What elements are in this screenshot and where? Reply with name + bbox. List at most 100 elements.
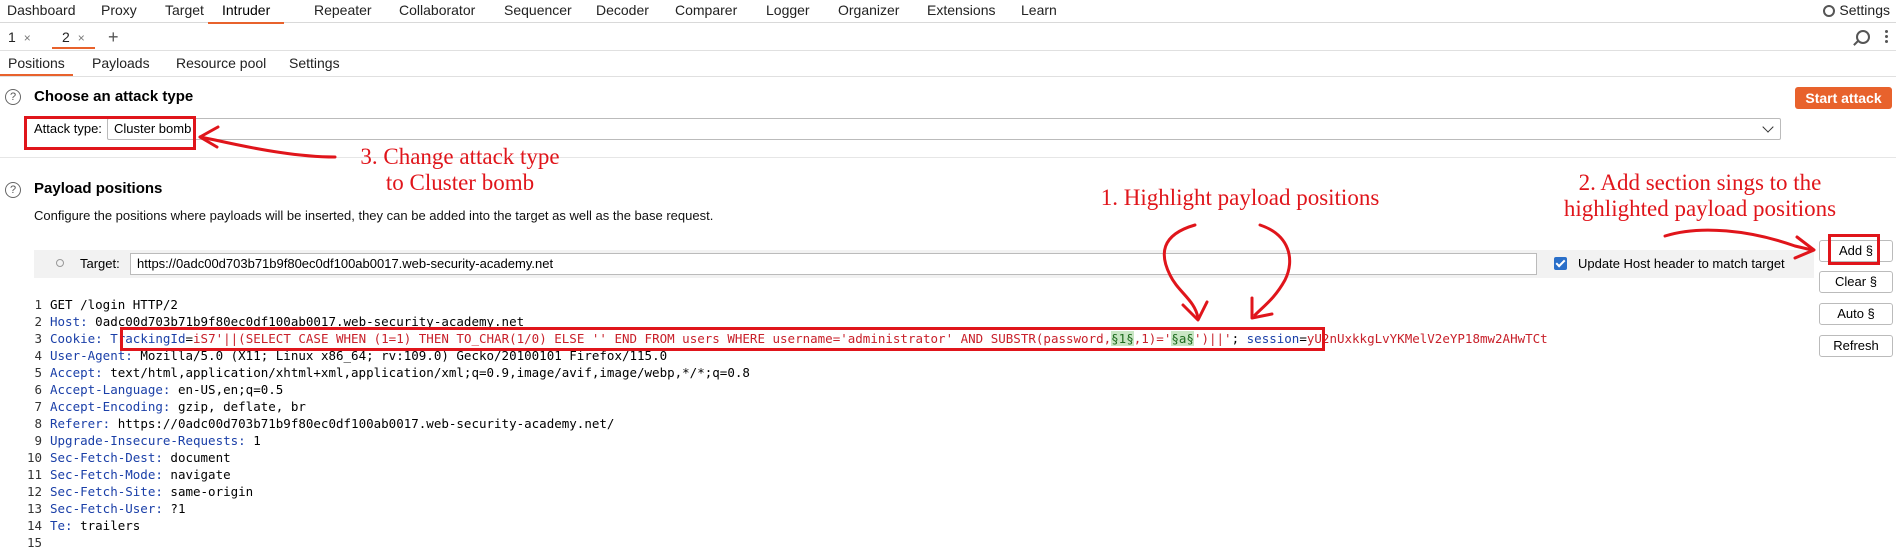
header-value: same-origin <box>162 484 254 499</box>
request-tab-2[interactable]: 2 × <box>52 27 95 49</box>
target-input[interactable]: https://0adc00d703b71b9f80ec0df100ab0017… <box>130 253 1537 275</box>
tab-learn[interactable]: Learn <box>1021 0 1057 22</box>
close-icon[interactable]: × <box>24 31 31 45</box>
line-number: 7 <box>34 399 42 414</box>
tab-intruder[interactable]: Intruder <box>208 0 285 24</box>
payload-positions-title: Payload positions <box>34 180 163 197</box>
line-number: 12 <box>26 484 42 499</box>
header-key: Referer: <box>50 416 111 431</box>
more-options-icon[interactable] <box>1885 30 1888 44</box>
line-number: 1 <box>34 297 42 312</box>
header-key: Upgrade-Insecure-Requests: <box>50 433 246 448</box>
line-number: 2 <box>34 314 42 329</box>
header-value: document <box>162 450 231 465</box>
line-number: 15 <box>26 535 42 550</box>
close-icon[interactable]: × <box>78 31 85 45</box>
header-key: Sec-Fetch-Mode: <box>50 467 163 482</box>
start-attack-button[interactable]: Start attack <box>1795 87 1892 109</box>
tab-resource-pool[interactable]: Resource pool <box>176 52 266 74</box>
line-number: 13 <box>26 501 42 516</box>
tab-decoder[interactable]: Decoder <box>596 0 649 22</box>
settings-label: Settings <box>1839 2 1890 18</box>
annotation-box-payload <box>120 327 1325 351</box>
header-key: Te: <box>50 518 73 533</box>
tab-dashboard[interactable]: Dashboard <box>7 0 76 22</box>
request-line: 13 Sec-Fetch-User: ?1 <box>0 500 186 517</box>
attack-type-title: Choose an attack type <box>34 88 194 105</box>
attack-type-select[interactable]: Cluster bomb <box>107 118 1781 140</box>
chevron-down-icon <box>1762 121 1774 133</box>
header-value: 1 <box>245 433 261 448</box>
tab-proxy[interactable]: Proxy <box>101 0 137 22</box>
header-value: trailers <box>72 518 141 533</box>
annotation-step2: 2. Add section sings to the highlighted … <box>1540 170 1860 222</box>
request-line-text: GET /login HTTP/2 <box>50 297 178 312</box>
request-line: 5 Accept: text/html,application/xhtml+xml… <box>0 364 750 381</box>
tab-settings[interactable]: Settings <box>289 52 340 74</box>
tab-extensions[interactable]: Extensions <box>927 0 995 22</box>
header-key: Sec-Fetch-Site: <box>50 484 163 499</box>
header-key: Accept-Language: <box>50 382 171 397</box>
request-line: 11 Sec-Fetch-Mode: navigate <box>0 466 231 483</box>
annotation-step3-line1: 3. Change attack type <box>360 144 560 169</box>
request-tab-label: 1 <box>8 29 16 45</box>
tab-positions[interactable]: Positions <box>0 52 73 76</box>
annotation-step3: 3. Change attack type to Cluster bomb <box>340 144 580 196</box>
tab-collaborator[interactable]: Collaborator <box>399 0 475 22</box>
annotation-step3-line2: to Cluster bomb <box>385 170 535 195</box>
line-number: 5 <box>34 365 42 380</box>
cookie-session-value: yU2nUxkkgLvYKMelV2eYP18mw2AHwTCt <box>1306 331 1548 346</box>
header-value: gzip, deflate, br <box>170 399 306 414</box>
gear-icon <box>1823 5 1836 17</box>
line-number: 4 <box>34 348 42 363</box>
request-line: 12 Sec-Fetch-Site: same-origin <box>0 483 253 500</box>
request-tab-1[interactable]: 1 × <box>8 27 31 47</box>
tab-comparer[interactable]: Comparer <box>675 0 737 22</box>
tab-payloads[interactable]: Payloads <box>92 52 150 74</box>
tab-sequencer[interactable]: Sequencer <box>504 0 572 22</box>
arrow-step2 <box>1663 228 1814 252</box>
annotation-step2-line1: 2. Add section sings to the <box>1578 170 1822 195</box>
attack-type-row: Attack type: Cluster bomb <box>24 115 1784 143</box>
add-tab-button[interactable]: + <box>108 24 119 50</box>
target-icon <box>56 259 64 267</box>
help-icon[interactable]: ? <box>5 182 21 198</box>
header-value: en-US,en;q=0.5 <box>170 382 284 397</box>
refresh-button[interactable]: Refresh <box>1819 335 1893 357</box>
target-bar: Target: https://0adc00d703b71b9f80ec0df1… <box>34 250 1814 278</box>
header-value: ?1 <box>162 501 186 516</box>
tab-logger[interactable]: Logger <box>766 0 810 22</box>
top-nav: Dashboard Proxy Target Intruder Repeater… <box>0 0 1896 24</box>
payload-positions-description: Configure the positions where payloads w… <box>34 208 714 223</box>
line-number: 10 <box>26 450 42 465</box>
header-key: Host: <box>50 314 88 329</box>
help-icon[interactable]: ? <box>5 89 21 105</box>
search-icon[interactable] <box>1856 30 1870 44</box>
annotation-step1: 1. Highlight payload positions <box>1100 185 1380 210</box>
tab-target[interactable]: Target <box>165 0 204 22</box>
header-key: Cookie: <box>50 331 103 346</box>
line-number: 3 <box>34 331 42 346</box>
request-tabs: 1 × 2 × <box>0 24 1896 51</box>
line-number: 9 <box>34 433 42 448</box>
annotation-step2-line2: highlighted payload positions <box>1563 196 1837 221</box>
request-line: 7 Accept-Encoding: gzip, deflate, br <box>0 398 306 415</box>
update-host-label: Update Host header to match target <box>1578 256 1785 271</box>
target-label: Target: <box>80 256 120 271</box>
request-line: 1 GET /login HTTP/2 <box>0 296 178 313</box>
request-line: 8 Referer: https://0adc00d703b71b9f80ec0d… <box>0 415 614 432</box>
section-divider <box>0 157 1896 158</box>
request-line: 15 <box>0 534 50 551</box>
update-host-checkbox[interactable] <box>1554 257 1567 270</box>
tab-repeater[interactable]: Repeater <box>314 0 372 22</box>
tab-organizer[interactable]: Organizer <box>838 0 899 22</box>
auto-section-button[interactable]: Auto § <box>1819 303 1893 325</box>
header-value: text/html,application/xhtml+xml,applicat… <box>102 365 750 380</box>
settings-button[interactable]: Settings <box>1823 0 1890 22</box>
line-number: 6 <box>34 382 42 397</box>
clear-section-button[interactable]: Clear § <box>1819 271 1893 293</box>
request-line: 10 Sec-Fetch-Dest: document <box>0 449 231 466</box>
header-value: https://0adc00d703b71b9f80ec0df100ab0017… <box>110 416 615 431</box>
request-tab-label: 2 <box>62 29 70 45</box>
header-key: Accept-Encoding: <box>50 399 171 414</box>
